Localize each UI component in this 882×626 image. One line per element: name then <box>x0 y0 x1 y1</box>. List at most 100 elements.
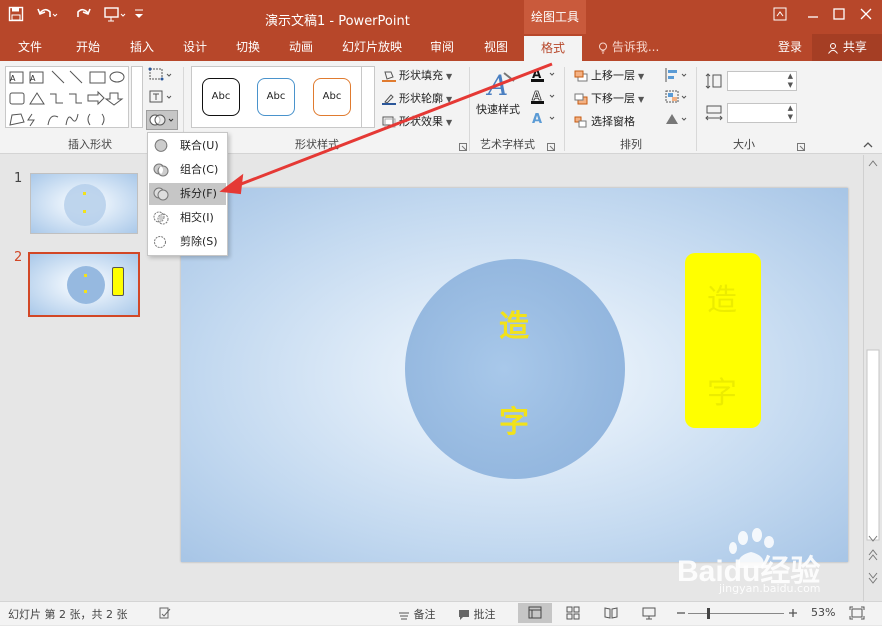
fit-to-window-icon[interactable] <box>849 606 865 623</box>
ribbon-display-icon[interactable] <box>768 6 792 26</box>
minimize-icon[interactable] <box>801 6 825 26</box>
menu-label-union: 联合(U) <box>180 139 219 152</box>
pen-icon <box>382 93 396 105</box>
text-effects-icon[interactable]: A <box>530 111 558 130</box>
styles-gallery-scroll[interactable] <box>361 66 375 128</box>
notes-button[interactable]: 备注 <box>398 606 436 622</box>
menu-label-subtract: 剪除(S) <box>180 235 218 248</box>
tab-review[interactable]: 审阅 <box>420 34 464 61</box>
text-fill-icon[interactable]: A <box>530 67 558 86</box>
menu-item-combine[interactable]: 组合(C) <box>149 159 226 181</box>
shape-height-input[interactable]: ▲ ▼ <box>727 71 797 91</box>
group-label-shape-styles: 形状样式 <box>295 138 339 151</box>
slide-thumbnail-1[interactable] <box>30 173 138 234</box>
shape-effects-icon <box>382 116 396 128</box>
slideshow-icon[interactable] <box>642 606 656 623</box>
tab-insert[interactable]: 插入 <box>120 34 164 61</box>
shape-fill-label: 形状填充 <box>399 69 443 82</box>
zoom-in-icon[interactable] <box>788 606 798 623</box>
notes-label: 备注 <box>413 608 436 621</box>
tab-slideshow[interactable]: 幻灯片放映 <box>336 34 408 61</box>
share-button[interactable]: 共享 <box>812 34 882 61</box>
close-icon[interactable] <box>854 6 878 26</box>
tab-format[interactable]: 格式 <box>524 36 582 61</box>
size-launcher-icon[interactable] <box>797 140 805 154</box>
menu-item-fragment[interactable]: 拆分(F) <box>149 183 226 205</box>
group-objects-icon[interactable] <box>664 89 690 108</box>
quick-styles-icon[interactable]: A <box>484 67 518 104</box>
shapes-gallery[interactable]: AA <box>5 66 129 128</box>
menu-item-subtract[interactable]: 剪除(S) <box>149 231 226 253</box>
text-box-icon[interactable] <box>148 89 174 108</box>
align-icon[interactable] <box>664 67 690 86</box>
wordart-launcher-icon[interactable] <box>547 140 555 154</box>
box-char-top: 造 <box>707 283 737 318</box>
svg-text:A: A <box>532 89 542 103</box>
tab-view[interactable]: 视图 <box>474 34 518 61</box>
zoom-slider[interactable] <box>688 613 784 614</box>
shape-effects-button[interactable]: 形状效果 ▼ <box>382 113 452 129</box>
comments-button[interactable]: 批注 <box>458 606 496 622</box>
shape-width-input[interactable]: ▲ ▼ <box>727 103 797 123</box>
tab-animations[interactable]: 动画 <box>279 34 323 61</box>
shapes-gallery-scroll[interactable] <box>131 66 143 128</box>
shape-outline-button[interactable]: 形状轮廓 ▼ <box>382 90 452 106</box>
bring-forward-button[interactable]: 上移一层 ▼ <box>574 67 644 83</box>
tab-file[interactable]: 文件 <box>8 34 52 61</box>
tell-me-box[interactable]: 告诉我... <box>598 34 659 61</box>
circle-shape[interactable]: 造 字 <box>405 259 625 479</box>
merge-shapes-button[interactable] <box>146 110 178 130</box>
login-link[interactable]: 登录 <box>778 34 802 61</box>
style-preset-1[interactable]: Abc <box>202 78 240 116</box>
shape-outline-label: 形状轮廓 <box>399 92 443 105</box>
lightbulb-icon <box>598 40 608 54</box>
fragment-icon <box>153 186 169 202</box>
menu-item-union[interactable]: 联合(U) <box>149 135 226 157</box>
collapse-ribbon-icon[interactable] <box>862 139 874 153</box>
zoom-slider-thumb[interactable] <box>707 608 710 619</box>
spell-check-icon[interactable] <box>158 606 172 623</box>
slide-canvas[interactable]: 造 字 造 字 <box>181 188 848 562</box>
ribbon: AA 插入形状 Abc Abc Abc 形状填充 ▼ 形状轮廓 ▼ 形状效果 ▼ 形状… <box>0 61 882 154</box>
style-preset-3[interactable]: Abc <box>313 78 351 116</box>
send-backward-button[interactable]: 下移一层 ▼ <box>574 90 644 106</box>
tell-me-label: 告诉我... <box>611 40 660 54</box>
customize-icon[interactable] <box>134 8 144 23</box>
slide-char-bottom: 字 <box>499 405 529 440</box>
tab-design[interactable]: 设计 <box>173 34 217 61</box>
menu-label-combine: 组合(C) <box>180 163 219 176</box>
group-label-arrange: 排列 <box>620 138 642 151</box>
text-outline-icon[interactable]: A <box>530 89 558 108</box>
slide-sorter-icon[interactable] <box>566 606 580 623</box>
undo-icon[interactable] <box>36 6 58 26</box>
edit-shape-icon[interactable] <box>148 67 174 86</box>
slide-char-top: 造 <box>499 309 529 344</box>
notes-icon <box>399 612 409 620</box>
tab-home[interactable]: 开始 <box>66 34 110 61</box>
svg-text:A: A <box>532 67 542 81</box>
maximize-icon[interactable] <box>827 6 851 26</box>
tab-transitions[interactable]: 切换 <box>226 34 270 61</box>
reading-view-icon[interactable] <box>604 606 618 623</box>
document-title: 演示文稿1 - PowerPoint <box>265 14 410 29</box>
save-icon[interactable] <box>8 6 24 26</box>
comments-label: 批注 <box>473 608 496 621</box>
normal-view-button[interactable] <box>518 603 552 623</box>
present-icon[interactable] <box>104 6 126 26</box>
shape-height-icon <box>705 73 723 92</box>
rotate-icon[interactable] <box>664 111 690 130</box>
slide-thumbnail-2[interactable] <box>28 252 140 317</box>
bring-forward-icon <box>574 70 588 82</box>
style-preset-2[interactable]: Abc <box>257 78 295 116</box>
menu-item-intersect[interactable]: 相交(I) <box>149 207 226 229</box>
shape-styles-launcher-icon[interactable] <box>459 140 467 154</box>
zoom-out-icon[interactable] <box>676 606 686 623</box>
redo-icon[interactable] <box>76 6 92 26</box>
yellow-rounded-rectangle[interactable]: 造 字 <box>685 253 761 428</box>
quick-styles-button[interactable]: 快速样式 <box>476 101 520 117</box>
group-label-size: 大小 <box>733 138 755 151</box>
zoom-level[interactable]: 53% <box>811 606 835 619</box>
selection-pane-icon <box>574 116 588 128</box>
selection-pane-button[interactable]: 选择窗格 <box>574 113 635 129</box>
shape-fill-button[interactable]: 形状填充 ▼ <box>382 67 452 83</box>
